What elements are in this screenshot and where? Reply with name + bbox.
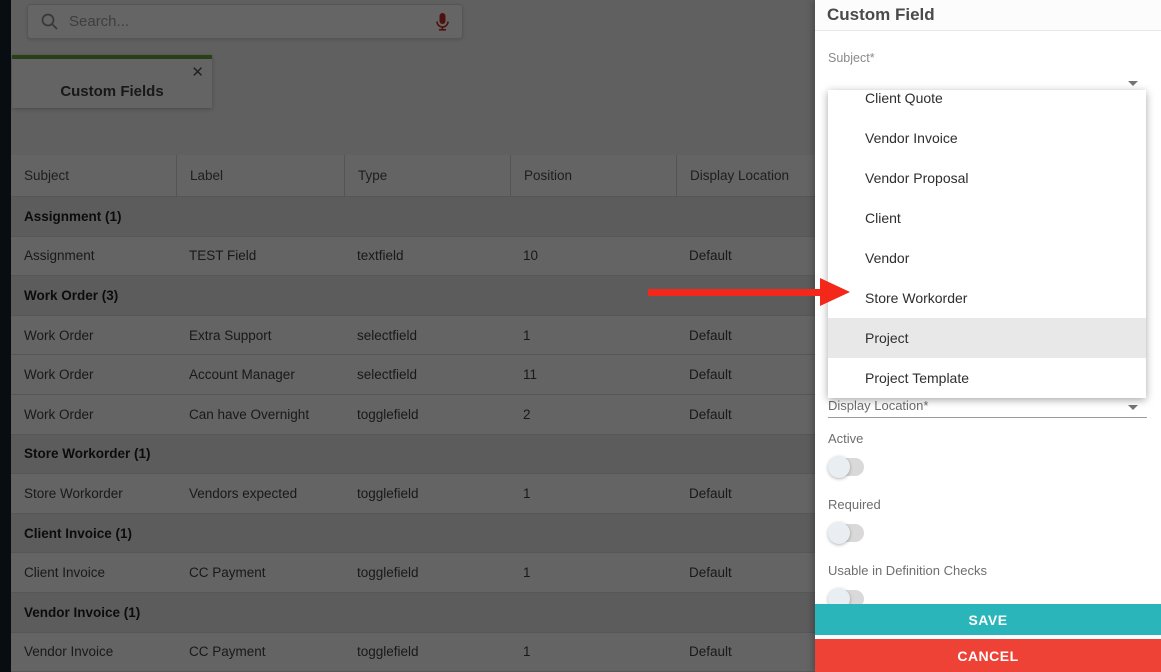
save-button[interactable]: SAVE (815, 604, 1161, 635)
subject-field-label: Subject* (828, 51, 875, 65)
usable-in-definition-checks-label: Usable in Definition Checks (828, 563, 987, 578)
chevron-down-icon[interactable] (1128, 81, 1138, 86)
dropdown-item-vendor-invoice[interactable]: Vendor Invoice (828, 118, 1146, 158)
dropdown-item-store-workorder[interactable]: Store Workorder (828, 278, 1146, 318)
panel-title: Custom Field (827, 5, 935, 24)
dropdown-item-vendor-proposal[interactable]: Vendor Proposal (828, 158, 1146, 198)
required-label: Required (828, 497, 881, 512)
cancel-button[interactable]: CANCEL (815, 639, 1161, 672)
display-location-underline (828, 417, 1147, 418)
active-toggle[interactable] (828, 456, 866, 478)
arrow-shaft (648, 289, 822, 296)
panel-header: Custom Field (815, 0, 1161, 31)
active-label: Active (828, 431, 864, 446)
dropdown-item-project[interactable]: Project (828, 318, 1146, 358)
toggle-thumb (828, 522, 850, 544)
modal-dim-overlay (0, 0, 815, 672)
toggle-thumb (828, 456, 850, 478)
display-location-field-label: Display Location* (828, 398, 929, 413)
dropdown-item-client-quote[interactable]: Client Quote (828, 90, 1146, 118)
dropdown-item-project-template[interactable]: Project Template (828, 358, 1146, 398)
required-toggle[interactable] (828, 522, 866, 544)
subject-dropdown-menu: Client Quote Vendor Invoice Vendor Propo… (828, 90, 1146, 398)
dropdown-item-client[interactable]: Client (828, 198, 1146, 238)
dropdown-item-vendor[interactable]: Vendor (828, 238, 1146, 278)
chevron-down-icon[interactable] (1128, 405, 1138, 410)
arrow-head-icon (820, 278, 850, 306)
